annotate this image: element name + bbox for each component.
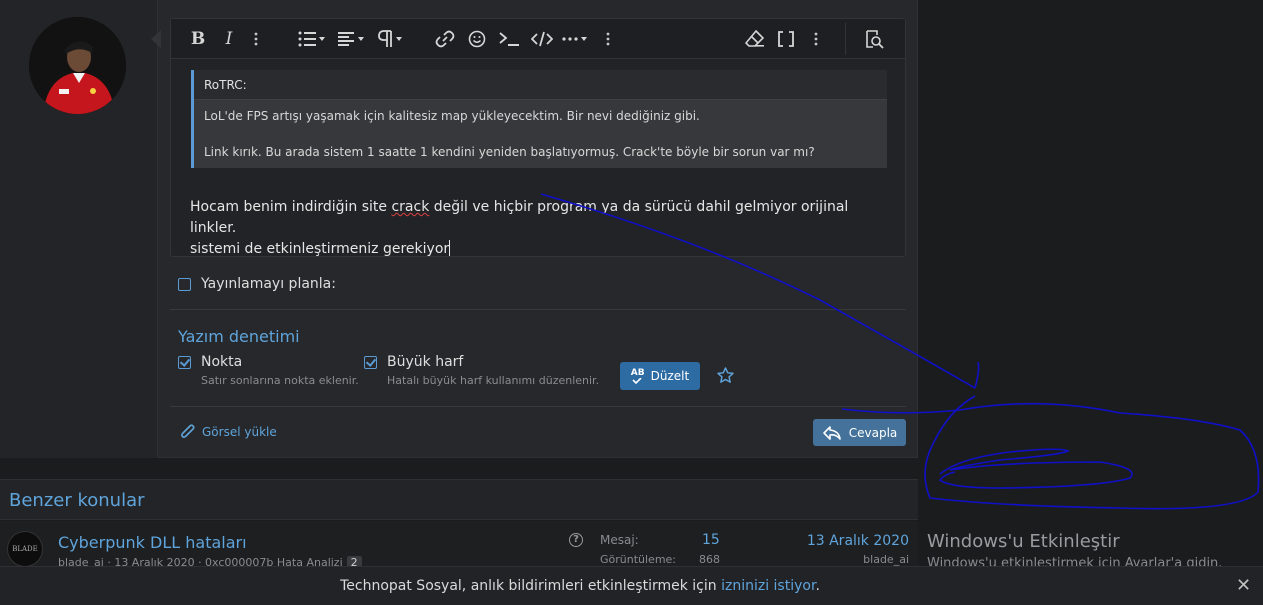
italic-icon[interactable]: I xyxy=(221,27,237,51)
question-icon: ? xyxy=(569,533,583,547)
schedule-label: Yayınlamayı planla: xyxy=(201,276,336,292)
post-panel: B I RoTRC: LoL'de FPS artışı yaşamak içi… xyxy=(0,0,918,458)
notification-permission-link[interactable]: izninizi istiyor xyxy=(721,578,815,594)
similar-threads-header: Benzer konular xyxy=(0,479,918,520)
reply-count-label: Mesaj: xyxy=(600,533,639,547)
thread-page-badge[interactable]: 2 xyxy=(346,556,362,566)
schedule-option[interactable]: Yayınlamayı planla: xyxy=(178,275,336,293)
emoji-icon[interactable] xyxy=(467,27,487,51)
thread-meta-text: blade_ai · 13 Aralık 2020 · 0xc000007b H… xyxy=(58,556,343,566)
notification-text-part: Technopat Sosyal, anlık bildirimleri etk… xyxy=(340,578,722,594)
buyuk-harf-label: Büyük harf xyxy=(387,354,464,370)
notification-text-part: . xyxy=(815,578,820,594)
fix-button-label: Düzelt xyxy=(650,369,690,383)
divider xyxy=(170,309,906,310)
spellcheck-icon-text: AB xyxy=(630,367,645,378)
code-icon[interactable] xyxy=(531,27,553,51)
quote-line: LoL'de FPS artışı yaşamak için kalitesiz… xyxy=(204,109,700,123)
spellcheck-icon: AB xyxy=(630,367,645,384)
preview-icon[interactable] xyxy=(863,27,885,51)
notification-text: Technopat Sosyal, anlık bildirimleri etk… xyxy=(0,578,1160,594)
quote-body: LoL'de FPS artışı yaşamak için kalitesiz… xyxy=(194,100,887,168)
reply-editor[interactable]: B I RoTRC: LoL'de FPS artışı yaşamak içi… xyxy=(170,18,906,257)
spellcheck-option-buyuk-harf[interactable]: Büyük harf Hatalı büyük harf kullanımı d… xyxy=(364,353,599,387)
thread-title[interactable]: Cyberpunk DLL hataları xyxy=(58,533,247,552)
reply-text-part: Hocam benim indirdiğin site xyxy=(190,199,392,215)
spellcheck-title: Yazım denetimi xyxy=(178,327,300,346)
align-icon[interactable] xyxy=(337,27,367,51)
reply-button-label: Cevapla xyxy=(848,425,898,440)
last-post-user[interactable]: blade_ai xyxy=(863,553,909,566)
text-caret xyxy=(449,240,451,256)
divider xyxy=(170,406,906,407)
star-icon[interactable] xyxy=(716,366,735,389)
more-options-icon[interactable] xyxy=(251,27,261,51)
close-icon[interactable]: ✕ xyxy=(1236,575,1251,596)
upload-label: Görsel yükle xyxy=(202,425,277,439)
reply-text[interactable]: Hocam benim indirdiğin site crack değil … xyxy=(190,197,890,260)
link-icon[interactable] xyxy=(435,27,455,51)
editor-toolbar: B I xyxy=(171,19,905,59)
more-vertical-icon-2[interactable] xyxy=(811,27,821,51)
list-icon[interactable] xyxy=(297,27,327,51)
nokta-checkbox[interactable] xyxy=(178,355,191,369)
similar-threads-title[interactable]: Benzer konular xyxy=(9,490,145,511)
view-count-label: Görüntüleme: xyxy=(600,553,677,566)
last-post-date[interactable]: 13 Aralık 2020 xyxy=(807,533,909,549)
fix-button[interactable]: AB Düzelt xyxy=(620,362,700,390)
buyuk-harf-checkbox[interactable] xyxy=(364,355,377,369)
quote-line: Link kırık. Bu arada sistem 1 saatte 1 k… xyxy=(204,145,815,159)
paragraph-icon[interactable] xyxy=(377,27,405,51)
thread-meta: blade_ai · 13 Aralık 2020 · 0xc000007b H… xyxy=(58,556,362,566)
terminal-icon[interactable] xyxy=(497,27,521,51)
paperclip-icon xyxy=(181,424,195,438)
more-vertical-icon[interactable] xyxy=(603,27,613,51)
view-count: 868 xyxy=(699,553,720,566)
user-column xyxy=(0,0,158,458)
spellcheck-option-nokta[interactable]: Nokta Satır sonlarına nokta eklenir. xyxy=(178,353,359,387)
quoted-message: RoTRC: LoL'de FPS artışı yaşamak için ka… xyxy=(191,70,887,168)
reply-text-line: sistemi de etkinleştirmeniz gerekiyor xyxy=(190,241,450,257)
schedule-checkbox[interactable] xyxy=(178,277,191,291)
avatar[interactable] xyxy=(29,17,126,114)
quote-spacer xyxy=(204,125,877,143)
nokta-description: Satır sonlarına nokta eklenir. xyxy=(201,374,359,387)
upload-image-link[interactable]: Görsel yükle xyxy=(180,423,277,441)
quote-author[interactable]: RoTRC: xyxy=(194,70,887,100)
thread-avatar-text: BLADE xyxy=(12,545,38,553)
eraser-icon[interactable] xyxy=(745,27,765,51)
misspelled-word[interactable]: crack xyxy=(391,199,429,215)
windows-activation-title: Windows'u Etkinleştir xyxy=(927,531,1120,552)
buyuk-harf-description: Hatalı büyük harf kullanımı düzenlenir. xyxy=(387,374,600,387)
editor-pointer xyxy=(151,30,161,48)
thread-row[interactable]: BLADE Cyberpunk DLL hataları blade_ai · … xyxy=(0,521,918,566)
reply-count: 15 xyxy=(702,532,720,548)
reply-icon xyxy=(822,425,841,440)
toolbar-separator xyxy=(845,23,846,55)
bold-icon[interactable]: B xyxy=(189,27,207,51)
bbcode-icon[interactable] xyxy=(777,27,795,51)
more-insert-icon[interactable] xyxy=(561,27,591,51)
thread-avatar[interactable]: BLADE xyxy=(7,531,43,566)
reply-button[interactable]: Cevapla xyxy=(813,419,906,446)
notification-bar: Technopat Sosyal, anlık bildirimleri etk… xyxy=(0,566,1263,605)
nokta-label: Nokta xyxy=(201,354,243,370)
